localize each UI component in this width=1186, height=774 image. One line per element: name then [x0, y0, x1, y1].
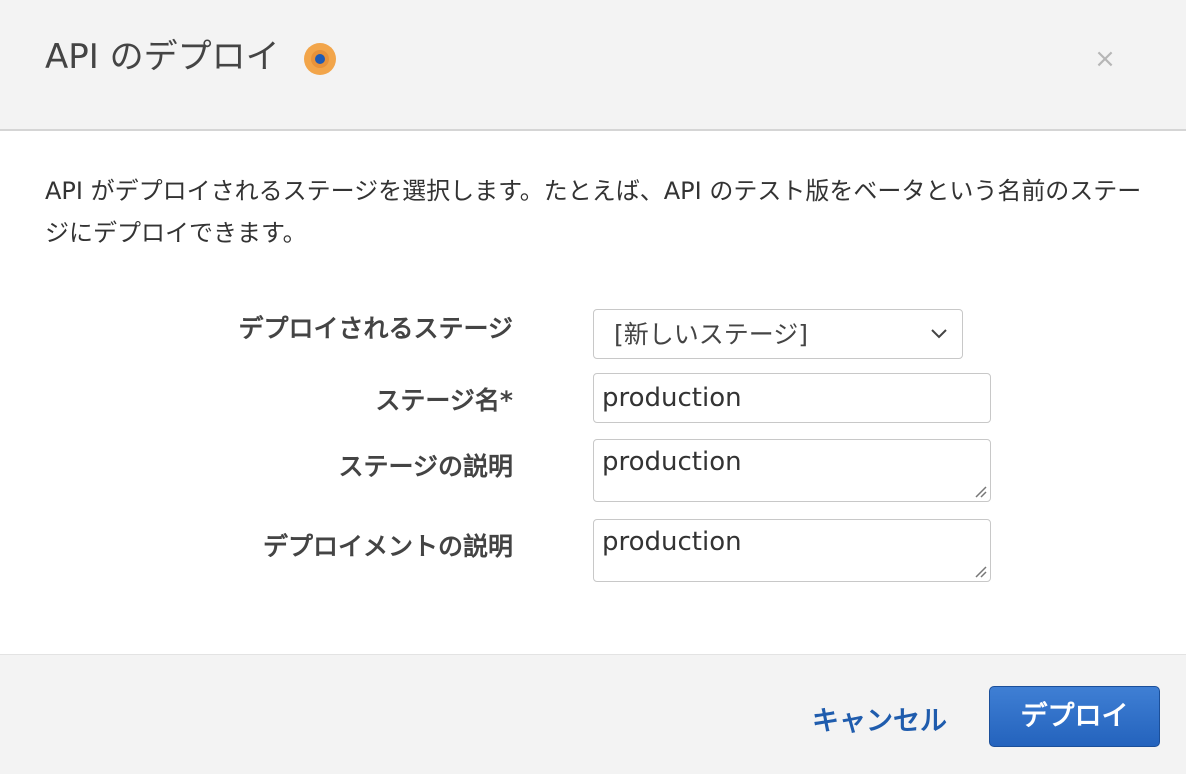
deployment-description-label: デプロイメントの説明 [262, 532, 513, 561]
dialog-title: API のデプロイ [45, 37, 280, 77]
dialog-footer: キャンセル デプロイ [0, 654, 1186, 774]
stage-name-value: production [602, 383, 742, 413]
dialog-header: API のデプロイ × [0, 0, 1186, 131]
resize-handle-icon[interactable] [973, 564, 987, 578]
deploy-stage-select-value: [新しいステージ] [614, 320, 809, 349]
deploy-api-dialog: API のデプロイ × API がデプロイされるステージを選択します。たとえば、… [0, 0, 1186, 774]
deploy-stage-select[interactable]: [新しいステージ] [593, 309, 963, 359]
deploy-button[interactable]: デプロイ [989, 686, 1160, 747]
close-icon[interactable]: × [1092, 44, 1118, 74]
info-icon[interactable] [304, 43, 336, 75]
stage-name-label: ステージ名* [375, 386, 513, 415]
deployment-description-textarea[interactable]: production [593, 519, 991, 582]
stage-description-label: ステージの説明 [338, 452, 513, 481]
stage-name-input[interactable]: production [593, 373, 991, 423]
chevron-down-icon [931, 329, 947, 339]
stage-description-textarea[interactable]: production [593, 439, 991, 502]
resize-handle-icon[interactable] [973, 484, 987, 498]
stage-description-value: production [602, 447, 742, 477]
deployment-description-value: production [602, 527, 742, 557]
dialog-description: API がデプロイされるステージを選択します。たとえば、API のテスト版をベー… [45, 177, 1142, 247]
cancel-button[interactable]: キャンセル [812, 699, 947, 738]
deploy-stage-label: デプロイされるステージ [238, 314, 513, 343]
